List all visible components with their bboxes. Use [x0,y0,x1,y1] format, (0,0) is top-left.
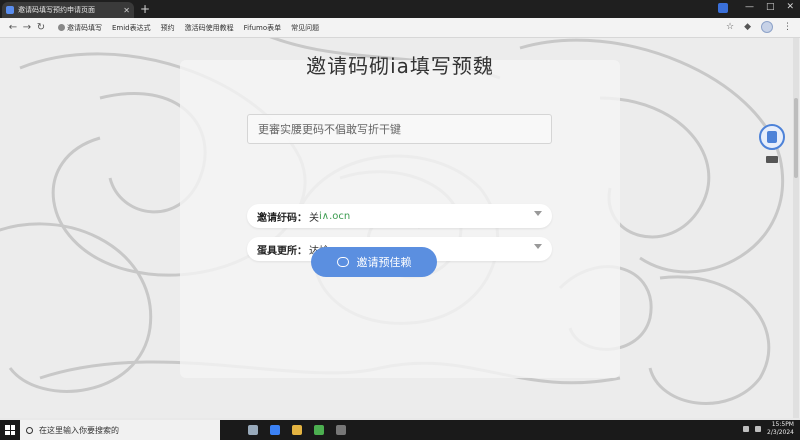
select-label: 蛋具更所： [257,245,307,257]
bookmark-item[interactable]: 常见问题 [291,23,319,33]
submit-button[interactable]: 邀请预佳赖 [311,247,437,277]
bookmark-item[interactable]: 预约 [161,23,175,33]
favicon-icon [6,6,14,14]
edge-icon[interactable] [270,425,280,435]
tab-title: 邀请码填写预约申请页面 [18,6,95,14]
taskbar-apps [248,425,346,435]
reload-icon[interactable]: ↻ [34,22,48,33]
select-value-suffix: i∧.ocn [319,210,351,222]
bookmark-item[interactable]: Emid表达式 [112,23,151,33]
select-label: 邀请纡码： [257,212,307,224]
toolbar-right: ☆ ◆ ⋮ [726,21,792,33]
clock-time: 15:5PM [771,421,794,428]
star-icon[interactable]: ☆ [726,22,734,32]
taskbar: 在这里输入你要搜索的 [0,420,800,440]
clock[interactable]: 15:5PM 2/3/2024 [767,421,794,437]
search-icon [26,426,33,434]
folder-icon[interactable] [292,425,302,435]
bookmark-item[interactable]: 邀请码填写 [58,23,102,33]
chevron-down-icon [534,211,542,216]
minimize-button[interactable]: — [745,2,754,12]
system-tray: 15:5PM 2/3/2024 [743,421,794,437]
extension-icon[interactable] [718,3,728,13]
scrollbar-track[interactable] [793,38,799,418]
bookmarks-bar: 邀请码填写 Emid表达式 预约 激活码使用教程 Fifumo表单 常见问题 [58,23,319,33]
bookmark-item[interactable]: 激活码使用教程 [185,23,234,33]
app-icon[interactable] [336,425,346,435]
network-icon[interactable] [743,426,750,432]
forward-icon[interactable]: → [20,22,34,33]
volume-icon[interactable] [755,426,762,432]
clock-date: 2/3/2024 [767,429,794,436]
windows-icon [5,425,15,435]
menu-icon[interactable]: ⋮ [783,22,792,32]
new-tab-button[interactable]: + [140,2,150,16]
close-icon[interactable]: ✕ [123,6,130,15]
select-value: 关 [309,212,319,224]
task-view-icon[interactable] [248,425,258,435]
tab-strip: 邀请码填写预约申请页面 ✕ + — □ ✕ [0,0,800,18]
back-icon[interactable]: ← [6,22,20,33]
invite-code-input[interactable]: 更審实腰更码不倡敢写折干键 [247,114,552,144]
submit-label: 邀请预佳赖 [356,256,412,269]
browser-toolbar: ← → ↻ 邀请码填写 Emid表达式 预约 激活码使用教程 Fifumo表单 … [0,18,800,38]
page-viewport [0,38,800,418]
document-icon [767,131,777,143]
puzzle-icon[interactable]: ◆ [744,22,751,32]
avatar[interactable] [761,21,773,33]
page-title: 邀请码砌ia填写预魏 [306,54,494,78]
bookmark-icon [58,24,65,31]
taskbar-search[interactable]: 在这里输入你要搜索的 [20,420,220,440]
close-window-button[interactable]: ✕ [786,2,794,12]
search-placeholder: 在这里输入你要搜索的 [39,425,119,435]
chevron-down-icon [534,244,542,249]
keyboard-icon[interactable] [766,156,778,163]
browser-tab[interactable]: 邀请码填写预约申请页面 ✕ [2,2,134,18]
sidebar-extension-button[interactable] [759,124,785,150]
start-button[interactable] [0,420,20,440]
scrollbar-thumb[interactable] [794,98,798,178]
window-controls: — □ ✕ [745,2,794,12]
bookmark-item[interactable]: Fifumo表单 [244,23,281,33]
maximize-button[interactable]: □ [766,2,775,12]
invite-code-select[interactable]: 邀请纡码： 关 i∧.ocn [247,204,552,228]
chrome-icon[interactable] [314,425,324,435]
chat-icon [336,257,349,267]
